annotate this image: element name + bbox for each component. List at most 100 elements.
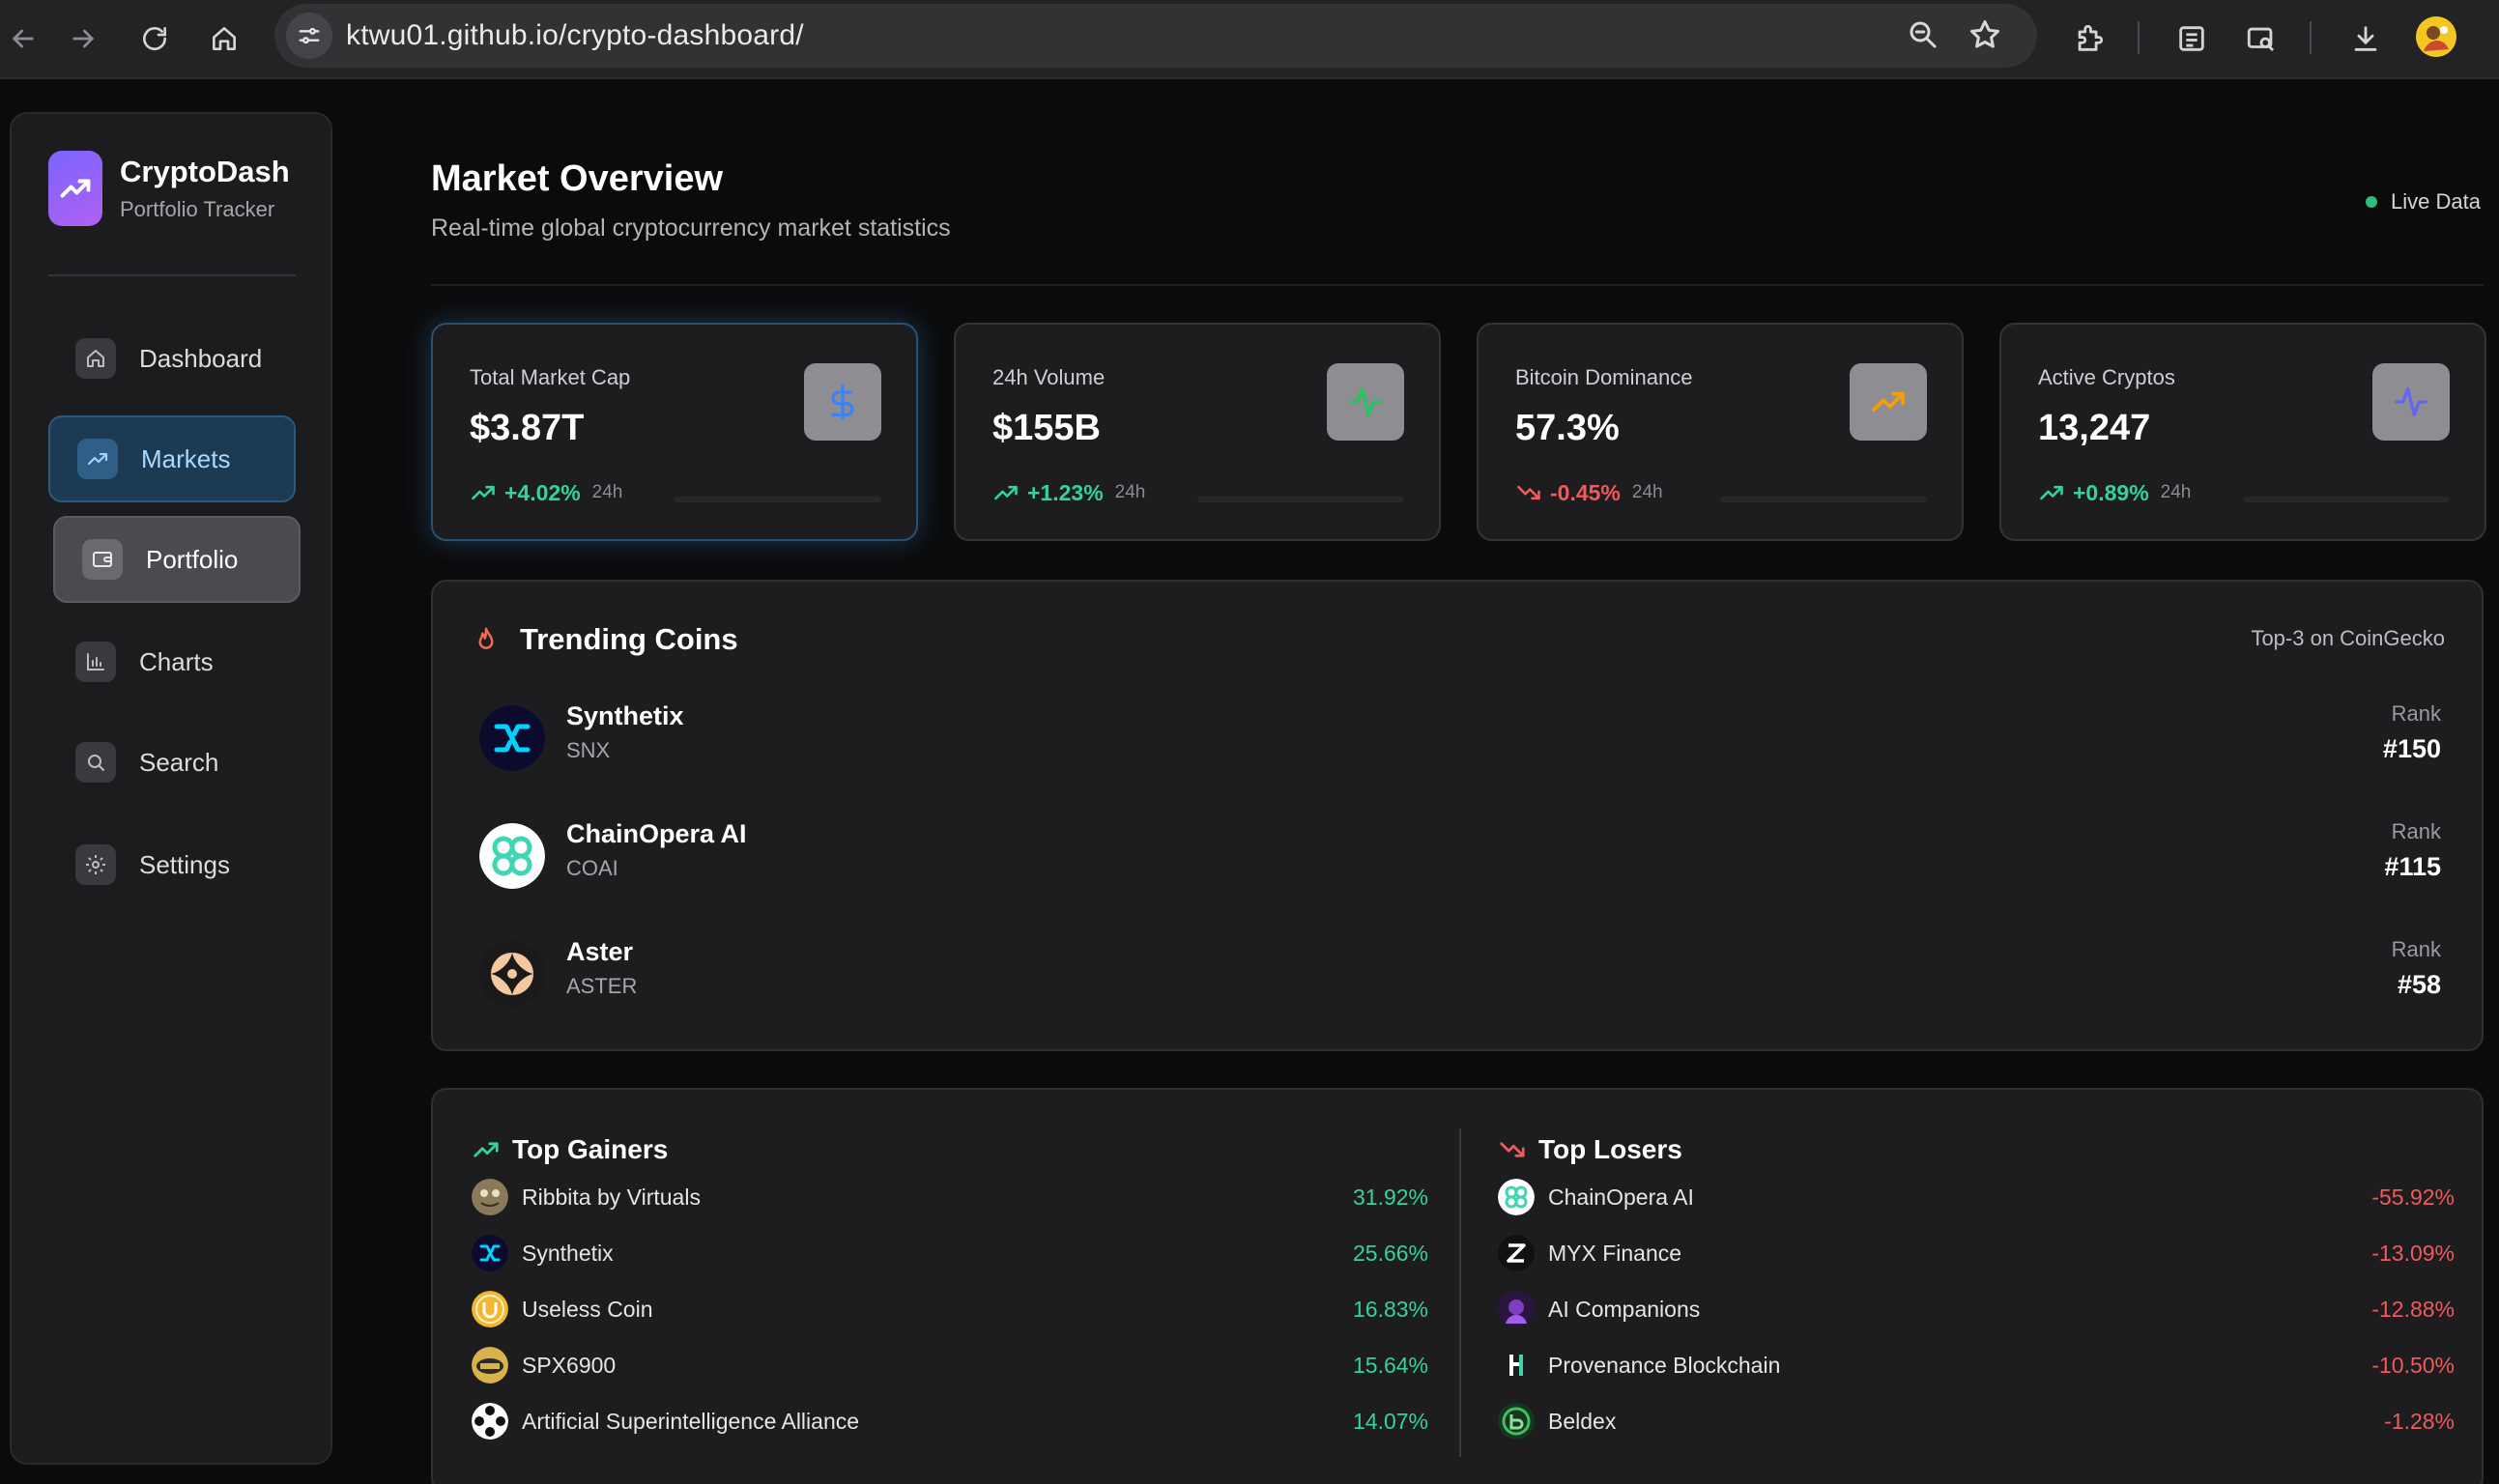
stat-change-period: 24h [1631, 482, 1663, 502]
gainer-row[interactable]: Artificial Superintelligence Alliance 14… [472, 1393, 1428, 1449]
coin-rank-label: Rank [2391, 701, 2441, 726]
trending-up-icon [994, 485, 1018, 500]
top-gainers: Top Gainers Ribbita by Virtuals 31.92% S… [472, 1130, 1428, 1449]
home-icon[interactable] [201, 15, 247, 62]
stat-track [2243, 497, 2450, 502]
site-settings-icon[interactable] [286, 13, 332, 59]
loser-row[interactable]: Beldex -1.28% [1498, 1393, 2455, 1449]
coin-name: SPX6900 [522, 1352, 617, 1378]
activity-icon [2372, 363, 2450, 441]
browser-toolbar: ktwu01.github.io/crypto-dashboard/ [0, 0, 2499, 79]
coin-name: ChainOpera AI [566, 819, 747, 848]
flame-icon [478, 627, 494, 649]
trending-coin-row[interactable]: Synthetix SNX Rank #150 [479, 682, 2441, 788]
trending-coin-row[interactable]: Aster ASTER Rank #58 [479, 918, 2441, 1024]
coin-symbol: ASTER [566, 974, 638, 998]
trending-up-icon [474, 1142, 499, 1157]
coin-name: Ribbita by Virtuals [522, 1184, 701, 1210]
gainer-row[interactable]: Useless Coin 16.83% [472, 1281, 1428, 1337]
coin-symbol: SNX [566, 738, 611, 762]
stat-card-active-cryptos[interactable]: Active Cryptos 13,247 +0.89% 24h [1999, 323, 2486, 541]
sidebar-item-search[interactable]: Search [48, 719, 296, 806]
losers-header: Top Losers [1498, 1130, 2455, 1169]
reload-icon[interactable] [131, 15, 178, 62]
live-label: Live Data [2391, 189, 2481, 214]
sidebar-item-label: Settings [139, 849, 230, 879]
stat-change: -0.45% 24h [1515, 479, 1663, 506]
tab-search-icon[interactable] [2238, 15, 2284, 62]
sidebar-divider [48, 274, 296, 276]
page-title: Market Overview [431, 158, 724, 199]
coin-symbol: COAI [566, 856, 618, 880]
stat-change: +0.89% 24h [2038, 479, 2191, 506]
ai-companions-logo [1498, 1291, 1535, 1327]
home-icon [75, 338, 116, 379]
trending-up-icon [2040, 485, 2063, 500]
sidebar-item-charts[interactable]: Charts [48, 618, 296, 705]
coin-change: -13.09% [2371, 1240, 2455, 1266]
loser-row[interactable]: Provenance Blockchain -10.50% [1498, 1337, 2455, 1393]
trending-coin-row[interactable]: ChainOpera AI COAI Rank #115 [479, 800, 2441, 906]
losers-title: Top Losers [1538, 1134, 1682, 1164]
back-icon[interactable] [0, 15, 46, 62]
gainers-title: Top Gainers [512, 1134, 669, 1164]
live-indicator: Live Data [2366, 189, 2481, 214]
movers-divider [1459, 1128, 1461, 1457]
stat-change: +1.23% 24h [992, 479, 1145, 506]
stat-change-value: +4.02% [504, 479, 581, 505]
wallet-icon [82, 539, 123, 580]
gainer-row[interactable]: SPX6900 15.64% [472, 1337, 1428, 1393]
sidebar-item-portfolio[interactable]: Portfolio [53, 516, 301, 603]
loser-row[interactable]: ChainOpera AI -55.92% [1498, 1169, 2455, 1225]
loser-row[interactable]: AI Companions -12.88% [1498, 1281, 2455, 1337]
brand-name: CryptoDash [120, 155, 290, 188]
coin-name: Artificial Superintelligence Alliance [522, 1408, 860, 1434]
forward-icon[interactable] [60, 15, 106, 62]
bookmark-star-icon[interactable] [1968, 17, 2002, 57]
address-bar[interactable]: ktwu01.github.io/crypto-dashboard/ [274, 4, 2037, 68]
stat-change-value: +1.23% [1027, 479, 1104, 505]
sidebar-item-markets[interactable]: Markets [48, 415, 296, 502]
beldex-logo [1498, 1403, 1535, 1440]
stat-value: $155B [992, 408, 1101, 448]
coin-change: -55.92% [2371, 1184, 2455, 1210]
profile-avatar[interactable] [2416, 16, 2456, 57]
gainer-row[interactable]: Ribbita by Virtuals 31.92% [472, 1169, 1428, 1225]
trending-up-icon [1850, 363, 1927, 441]
coin-rank-label: Rank [2391, 819, 2441, 843]
coin-change: 25.66% [1352, 1240, 1428, 1266]
coin-name: Provenance Blockchain [1548, 1352, 1781, 1378]
gainer-row[interactable]: Synthetix 25.66% [472, 1225, 1428, 1281]
coin-name: Synthetix [566, 701, 684, 730]
spx6900-logo [472, 1347, 508, 1384]
zoom-icon[interactable] [1906, 17, 1940, 57]
synthetix-logo [472, 1235, 508, 1271]
url-text[interactable]: ktwu01.github.io/crypto-dashboard/ [346, 19, 804, 52]
gainers-header: Top Gainers [472, 1130, 1428, 1169]
stat-change-value: -0.45% [1550, 479, 1621, 505]
extensions-icon[interactable] [2066, 15, 2112, 62]
coin-name: Synthetix [522, 1240, 614, 1266]
coin-change: 31.92% [1352, 1184, 1428, 1210]
trending-up-icon [472, 485, 495, 500]
coin-change: 16.83% [1352, 1296, 1428, 1322]
sidebar-item-dashboard[interactable]: Dashboard [48, 315, 296, 402]
synthetix-logo [479, 705, 545, 771]
aster-logo [479, 941, 545, 1007]
reading-list-icon[interactable] [2169, 15, 2215, 62]
loser-row[interactable]: MYX Finance -13.09% [1498, 1225, 2455, 1281]
trending-title: Trending Coins [520, 622, 738, 656]
stat-change-period: 24h [1114, 482, 1146, 502]
stat-value: 57.3% [1515, 408, 1620, 448]
stat-track [1197, 497, 1404, 502]
stat-card-volume[interactable]: 24h Volume $155B +1.23% 24h [954, 323, 1441, 541]
page-subtitle: Real-time global cryptocurrency market s… [431, 214, 951, 242]
toolbar-separator [2310, 21, 2312, 54]
chainopera-logo [479, 823, 545, 889]
sidebar-item-settings[interactable]: Settings [48, 821, 296, 908]
download-icon[interactable] [2342, 15, 2389, 62]
ribbita-logo [472, 1179, 508, 1215]
stat-card-btc-dominance[interactable]: Bitcoin Dominance 57.3% -0.45% 24h [1477, 323, 1964, 541]
stat-card-market-cap[interactable]: Total Market Cap $3.87T +4.02% 24h [431, 323, 918, 541]
coin-rank-label: Rank [2391, 937, 2441, 961]
